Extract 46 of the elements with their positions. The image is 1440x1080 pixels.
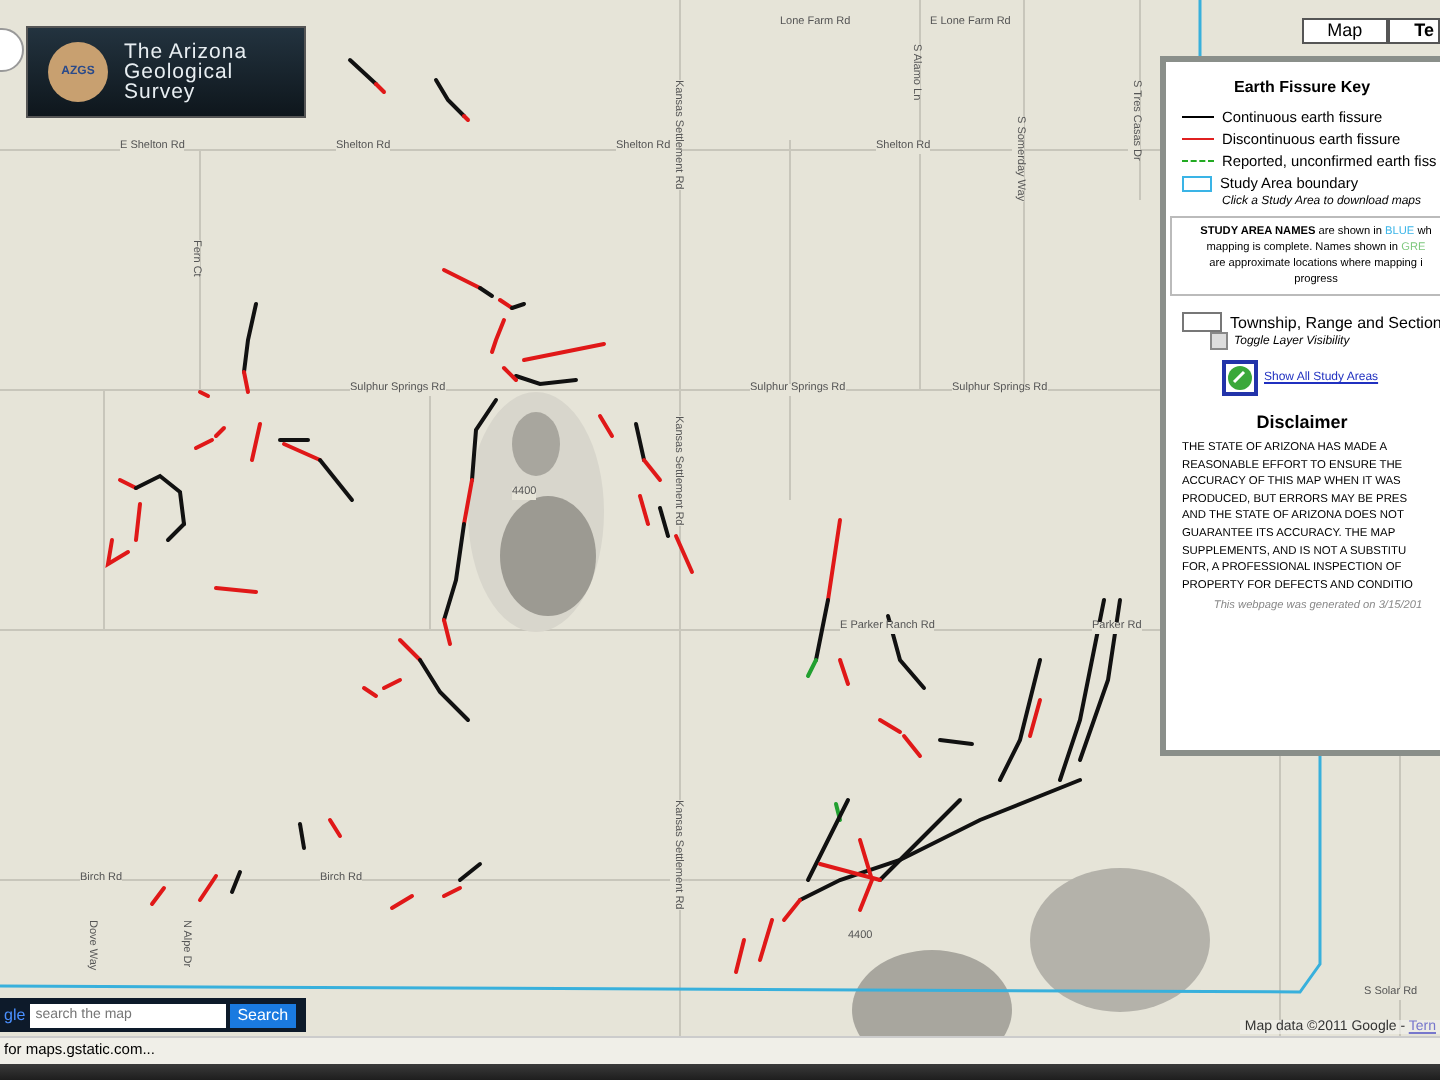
earth-fissure-line[interactable] — [634, 422, 646, 462]
earth-fissure-line[interactable] — [318, 458, 354, 502]
earth-fissure-line[interactable] — [514, 374, 578, 387]
globe-icon[interactable] — [1222, 360, 1258, 396]
toggle-checkbox[interactable] — [1210, 332, 1228, 350]
map-type-button[interactable]: Te — [1388, 18, 1440, 44]
earth-fissure-line[interactable] — [348, 58, 378, 86]
map-type-button[interactable]: Map — [1301, 18, 1389, 44]
earth-fissure-line[interactable] — [502, 366, 518, 382]
earth-fissure-line[interactable] — [658, 506, 670, 538]
earth-fissure-line[interactable] — [798, 778, 1082, 902]
earth-fissure-line[interactable] — [814, 598, 830, 662]
earth-fissure-line[interactable] — [1028, 698, 1042, 738]
earth-fissure-line[interactable] — [298, 822, 306, 850]
earth-fissure-line[interactable] — [442, 522, 466, 622]
earth-fissure-line[interactable] — [498, 298, 514, 310]
earth-fissure-line[interactable] — [834, 802, 842, 822]
earth-fissure-line[interactable] — [462, 478, 474, 526]
earth-fissure-line[interactable] — [398, 638, 422, 662]
township-swatch-icon — [1182, 312, 1222, 332]
earth-fissure-line[interactable] — [938, 738, 974, 746]
earth-fissure-line[interactable] — [998, 658, 1042, 782]
legend-title: Earth Fissure Key — [1231, 78, 1373, 96]
earth-fissure-line[interactable] — [478, 286, 494, 298]
earth-fissure-line[interactable] — [470, 398, 498, 482]
earth-fissure-line[interactable] — [242, 302, 258, 374]
earth-fissure-line[interactable] — [434, 78, 466, 118]
earth-fissure-line[interactable] — [278, 438, 310, 442]
earth-fissure-line[interactable] — [230, 870, 242, 894]
earth-fissure-line[interactable] — [166, 522, 186, 542]
earth-fissure-line[interactable] — [418, 658, 470, 722]
earth-fissure-line[interactable] — [134, 473, 186, 526]
earth-fissure-line[interactable] — [878, 798, 962, 882]
search-button[interactable]: Search — [229, 1003, 297, 1027]
earth-fissure-line[interactable] — [858, 838, 875, 912]
legend-swatch-icon — [1182, 175, 1212, 191]
earth-fissure-line[interactable] — [806, 798, 850, 882]
google-logo: gle — [4, 1006, 26, 1024]
disclaimer-title: Disclaimer — [1254, 412, 1350, 432]
earth-fissure-line[interactable] — [818, 862, 882, 882]
earth-fissure-line[interactable] — [458, 862, 482, 882]
logo-title: The Arizona Geological Survey — [124, 42, 248, 102]
earth-fissure-line[interactable] — [510, 302, 526, 310]
earth-fissure-line[interactable] — [118, 478, 138, 490]
earth-fissure-line[interactable] — [1078, 598, 1122, 762]
township-label: Township, Range and Section — [1230, 313, 1440, 331]
